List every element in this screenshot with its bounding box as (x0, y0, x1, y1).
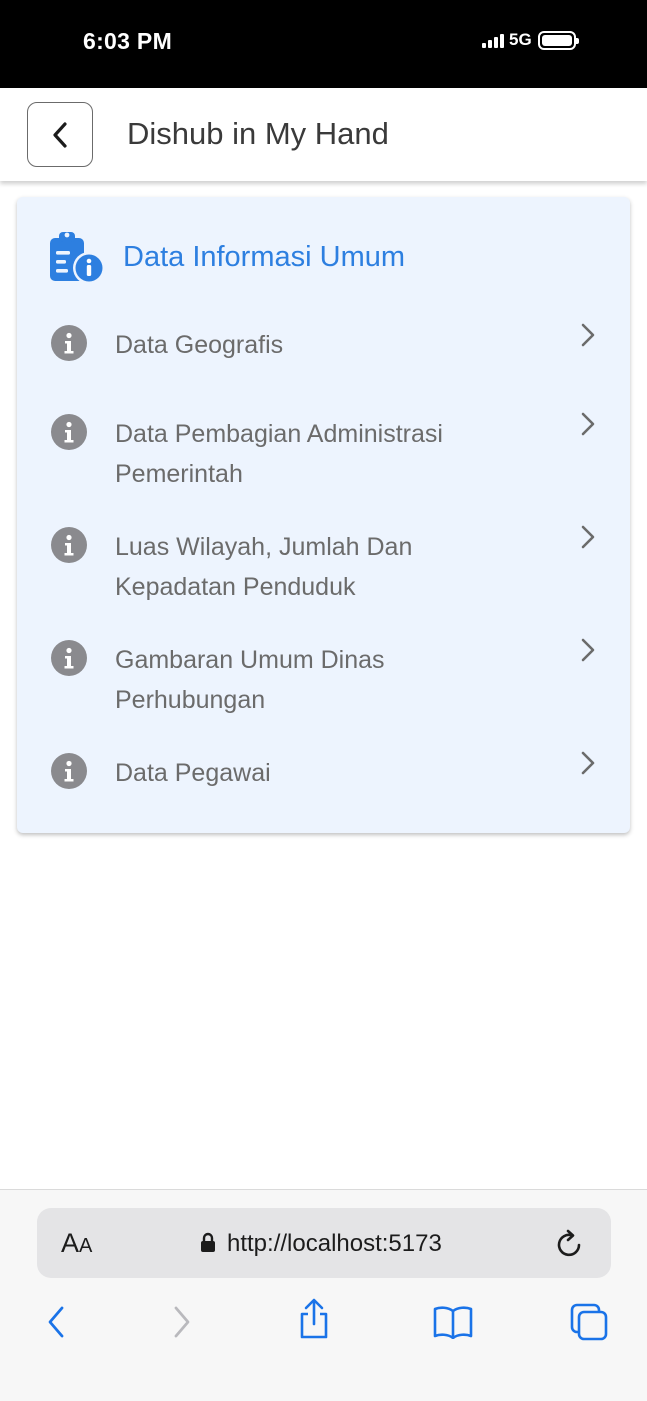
page-title: Dishub in My Hand (127, 116, 389, 151)
chevron-right-icon (174, 1306, 190, 1338)
book-icon (433, 1306, 473, 1339)
battery-icon (537, 30, 579, 50)
network-label: 5G (509, 30, 532, 49)
chevron-right-icon (581, 323, 595, 347)
address-bar[interactable]: AA http://localhost:5173 (37, 1208, 611, 1278)
share-icon (300, 1298, 328, 1339)
card-header: Data Informasi Umum (49, 230, 405, 285)
menu-item-label: Data Geografis (115, 331, 284, 359)
chevron-right-icon (581, 525, 595, 549)
status-indicators: 5G (482, 30, 579, 50)
share-button[interactable] (296, 1298, 332, 1340)
info-icon (51, 753, 87, 789)
forward-nav-button[interactable] (166, 1301, 198, 1343)
chevron-right-icon (581, 638, 595, 662)
menu-item-label: Gambaran Umum Dinas Perhubungan (115, 646, 385, 714)
status-bar: 6:03 PM 5G (0, 0, 647, 88)
signal-icon (482, 33, 504, 48)
menu-item-label: Luas Wilayah, Jumlah Dan Kepadatan Pendu… (115, 533, 413, 601)
info-icon (51, 527, 87, 563)
clipboard-info-icon (49, 230, 105, 285)
tabs-icon (570, 1303, 608, 1341)
info-icon (51, 325, 87, 361)
menu-item-label: Data Pegawai (115, 759, 271, 787)
chevron-left-icon (53, 121, 67, 148)
chevron-right-icon (581, 412, 595, 436)
status-time: 6:03 PM (83, 28, 173, 54)
menu-item-label: Data Pembagian Administrasi Pemerintah (115, 420, 443, 488)
chevron-left-icon (48, 1306, 64, 1338)
info-icon (51, 640, 87, 676)
bookmarks-button[interactable] (431, 1301, 475, 1343)
back-nav-button[interactable] (40, 1301, 72, 1343)
back-button[interactable] (27, 102, 93, 167)
text-size-button[interactable]: AA (61, 1228, 92, 1259)
chevron-right-icon (581, 751, 595, 775)
browser-toolbar: AA http://localhost:5173 (0, 1189, 647, 1401)
app-header: Dishub in My Hand (0, 88, 647, 181)
lock-icon (201, 1232, 215, 1252)
card-title: Data Informasi Umum (123, 241, 406, 273)
reload-icon[interactable] (555, 1227, 585, 1259)
tabs-button[interactable] (569, 1301, 609, 1343)
info-icon (51, 414, 87, 450)
url-text: http://localhost:5173 (227, 1230, 442, 1257)
info-card: Data Informasi Umum Data Geografis Data … (17, 197, 630, 833)
